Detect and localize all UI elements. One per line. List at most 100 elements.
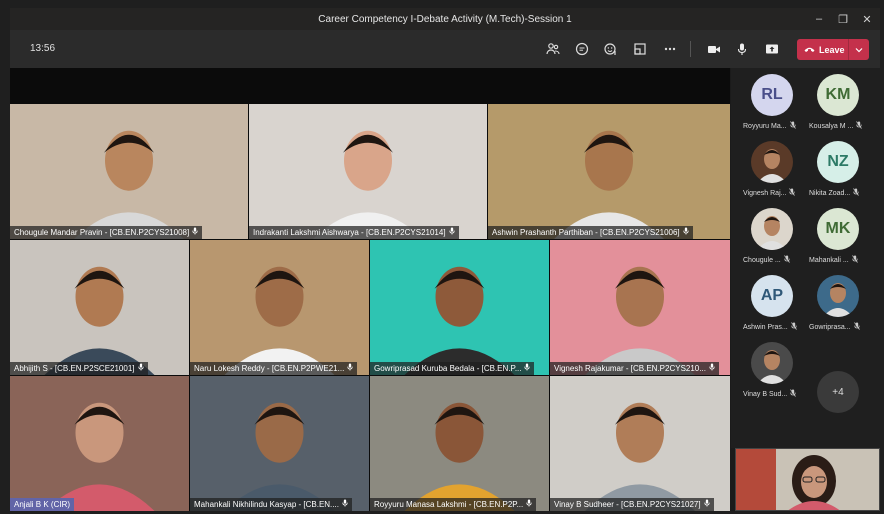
participant-video-icon: [44, 266, 155, 375]
photo-avatar-icon: [757, 149, 787, 183]
leave-button[interactable]: Leave: [797, 39, 869, 60]
participant-name: Mahankali ...: [809, 256, 849, 264]
microphone-icon: [137, 362, 144, 375]
photo-avatar-icon: [757, 216, 787, 250]
muted-microphone-icon: [783, 255, 790, 265]
participant-video-icon: [224, 402, 335, 511]
toolbar-divider: [690, 41, 691, 57]
leave-label: Leave: [819, 44, 845, 55]
participant-name-label: Indrakanti Lakshmi Aishwarya - [CB.EN.P2…: [249, 226, 459, 239]
maximize-icon[interactable]: ❐: [830, 8, 856, 30]
participant-name-label: Royyuru Manasa Lakshmi - [CB.EN.P2P...: [370, 498, 537, 511]
video-tile[interactable]: Ashwin Prashanth Parthiban - [CB.EN.P2CY…: [488, 104, 730, 239]
share-screen-icon[interactable]: [762, 39, 782, 59]
video-tile[interactable]: Vinay B Sudheer - [CB.EN.P2CYS21027]: [550, 376, 730, 511]
muted-microphone-icon: [856, 121, 863, 131]
chevron-down-icon[interactable]: [849, 39, 869, 60]
muted-microphone-icon: [853, 188, 860, 198]
rooms-icon[interactable]: [630, 39, 650, 59]
participant-card[interactable]: KM Kousalya M ...: [797, 68, 872, 138]
video-tile[interactable]: Abhijith S - [CB.EN.P2SCE21001]: [10, 240, 189, 375]
video-tile[interactable]: Indrakanti Lakshmi Aishwarya - [CB.EN.P2…: [249, 104, 487, 239]
participant-video-icon: [554, 130, 664, 239]
microphone-icon[interactable]: [732, 39, 752, 59]
participant-card[interactable]: NZ Nikita Zoad...: [797, 135, 872, 205]
microphone-icon: [524, 362, 531, 375]
participant-name-label: Abhijith S - [CB.EN.P2SCE21001]: [10, 362, 148, 375]
participant-name: Chougule ...: [743, 256, 781, 264]
video-tile[interactable]: Anjali B K (CIR): [10, 376, 189, 511]
participant-video-icon: [224, 266, 335, 375]
meeting-timer: 13:56: [30, 43, 56, 54]
participant-card[interactable]: RL Royyuru Ma...: [731, 68, 806, 138]
video-tile[interactable]: Mahankali Nikhilindu Kasyap - [CB.EN....: [190, 376, 369, 511]
participant-name: Anjali B K (CIR): [14, 500, 71, 509]
video-tile[interactable]: Royyuru Manasa Lakshmi - [CB.EN.P2P...: [370, 376, 549, 511]
participants-icon[interactable]: [543, 39, 563, 59]
participant-card-name: Ashwin Pras...: [743, 322, 803, 332]
photo-avatar-icon: [757, 350, 787, 384]
participant-name: Mahankali Nikhilindu Kasyap - [CB.EN....: [194, 500, 339, 509]
phone-hangup-icon: [804, 45, 815, 55]
camera-icon[interactable]: [704, 39, 724, 59]
microphone-icon: [683, 226, 689, 239]
participant-name: Gowriprasa...: [809, 323, 851, 331]
video-tile[interactable]: Vignesh Rajakumar - [CB.EN.P2CYS210...: [550, 240, 730, 375]
muted-microphone-icon: [789, 121, 796, 131]
avatar: [817, 275, 859, 317]
video-tile[interactable]: Chougule Mandar Pravin - [CB.EN.P2CYS210…: [10, 104, 248, 239]
microphone-icon: [448, 226, 455, 239]
chat-icon[interactable]: [572, 39, 592, 59]
muted-microphone-icon: [789, 188, 796, 198]
title-bar: Career Competency I-Debate Activity (M.T…: [10, 8, 880, 30]
participant-video-icon: [585, 266, 695, 375]
participant-card-name: Nikita Zoad...: [809, 188, 869, 198]
participant-card[interactable]: Vinay B Sud...: [731, 336, 806, 406]
participant-card[interactable]: Gowriprasa...: [797, 269, 872, 339]
participant-video-icon: [44, 402, 155, 511]
self-preview[interactable]: [735, 448, 880, 511]
more-participants-button[interactable]: +4: [817, 371, 859, 413]
avatar: [751, 342, 793, 384]
participant-gallery: RL Royyuru Ma... KM Kousalya M ... Vignesh R…: [731, 68, 880, 448]
participant-name: Vinay B Sud...: [743, 390, 788, 398]
participant-video-icon: [313, 130, 423, 239]
participant-card-name: Kousalya M ...: [809, 121, 869, 131]
avatar-initials: AP: [760, 287, 784, 304]
avatar: MK: [817, 208, 859, 250]
avatar-initials: RL: [761, 86, 783, 103]
participant-name-label: Gowriprasad Kuruba Bedala - [CB.EN.P...: [370, 362, 535, 375]
participant-name-label: Vinay B Sudheer - [CB.EN.P2CYS21027]: [550, 498, 714, 511]
microphone-icon: [347, 362, 353, 375]
participant-name-label: Vignesh Rajakumar - [CB.EN.P2CYS210...: [550, 362, 719, 375]
participant-card-name: Gowriprasa...: [809, 322, 869, 332]
close-icon[interactable]: ✕: [854, 8, 880, 30]
video-stage: Chougule Mandar Pravin - [CB.EN.P2CYS210…: [10, 68, 730, 511]
participant-name: Royyuru Manasa Lakshmi - [CB.EN.P2P...: [374, 500, 524, 509]
video-tile[interactable]: Naru Lokesh Reddy - [CB.EN.P2PWE21...: [190, 240, 369, 375]
participant-card[interactable]: Chougule ...: [731, 202, 806, 272]
video-tile[interactable]: Gowriprasad Kuruba Bedala - [CB.EN.P...: [370, 240, 549, 375]
window-title: Career Competency I-Debate Activity (M.T…: [318, 13, 572, 25]
minimize-icon[interactable]: –: [806, 8, 832, 30]
avatar: NZ: [817, 141, 859, 183]
participant-name-label: Mahankali Nikhilindu Kasyap - [CB.EN....: [190, 498, 352, 511]
muted-microphone-icon: [851, 255, 858, 265]
participant-card[interactable]: Vignesh Raj...: [731, 135, 806, 205]
participant-card[interactable]: AP Ashwin Pras...: [731, 269, 806, 339]
participant-card-name: Chougule ...: [743, 255, 803, 265]
microphone-icon: [342, 498, 348, 511]
participant-video-icon: [585, 402, 695, 511]
more-actions-icon[interactable]: [660, 39, 680, 59]
participant-card[interactable]: MK Mahankali ...: [797, 202, 872, 272]
muted-microphone-icon: [790, 389, 797, 399]
participant-name-label: Naru Lokesh Reddy - [CB.EN.P2PWE21...: [190, 362, 358, 375]
participant-name-label: Ashwin Prashanth Parthiban - [CB.EN.P2CY…: [488, 226, 693, 239]
participant-name: Ashwin Pras...: [743, 323, 788, 331]
avatar: KM: [817, 74, 859, 116]
avatar-initials: MK: [825, 220, 851, 237]
microphone-icon: [526, 498, 532, 511]
reactions-icon[interactable]: [601, 39, 621, 59]
participant-video-icon: [74, 130, 184, 239]
participant-video-icon: [404, 266, 515, 375]
